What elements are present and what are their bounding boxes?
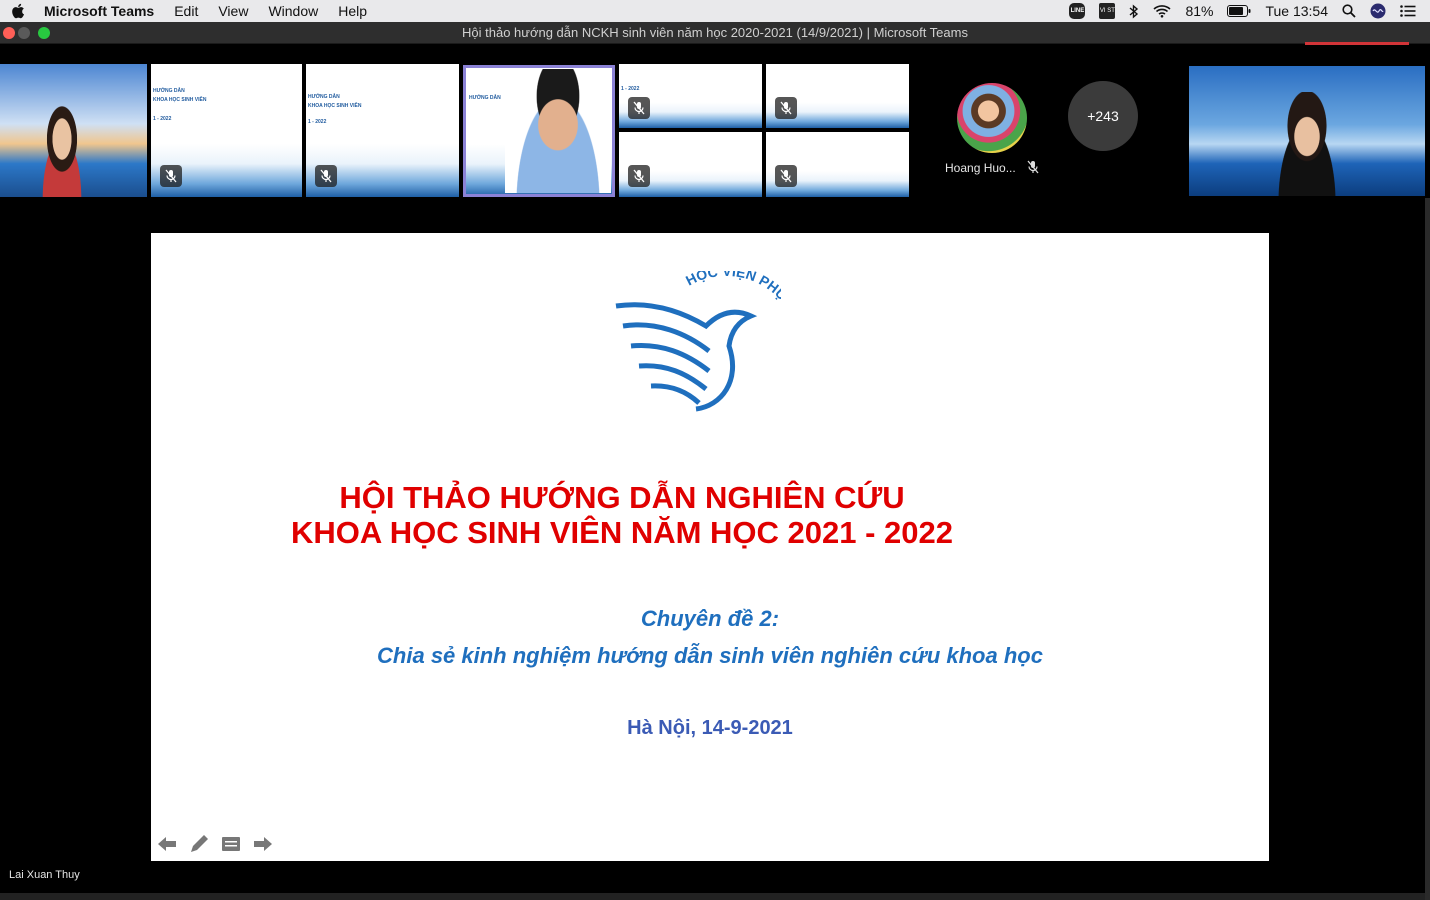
previous-slide-icon[interactable] — [156, 833, 178, 855]
participant-video — [505, 69, 611, 193]
thumb-heading: HƯỚNG DẪN — [308, 94, 340, 100]
bluetooth-icon[interactable] — [1129, 3, 1139, 19]
participant-video — [1267, 92, 1347, 196]
input-method-icon[interactable]: VI ST — [1099, 3, 1116, 19]
next-slide-icon[interactable] — [252, 833, 274, 855]
participant-strip: HƯỚNG DẪN KHOA HỌC SINH VIÊN 1 - 2022 HƯ… — [0, 64, 1430, 198]
thumb-heading: HƯỚNG DẪN — [469, 95, 501, 101]
thumb-year: 1 - 2022 — [153, 116, 172, 122]
thumb-line: KHOA HỌC SINH VIÊN — [308, 103, 362, 109]
participant-video-tile[interactable]: HƯỚNG DẪN KHOA HỌC SINH VIÊN 1 - 2022 — [151, 64, 302, 197]
toolbar-accent — [1305, 42, 1409, 45]
more-participants-button[interactable]: +243 — [1068, 81, 1138, 151]
clock[interactable]: Tue 13:54 — [1265, 3, 1328, 19]
participant-avatar-tile[interactable]: Hoang Huo... +243 — [915, 64, 1185, 198]
participant-video-tile[interactable] — [619, 132, 762, 197]
siri-icon[interactable] — [1370, 3, 1386, 19]
apple-icon[interactable] — [11, 3, 29, 19]
mic-off-icon — [628, 165, 650, 187]
menu-view[interactable]: View — [218, 3, 248, 19]
menu-window[interactable]: Window — [268, 3, 318, 19]
slide-menu-icon[interactable] — [220, 833, 242, 855]
slide-topic-title: Chia sẻ kinh nghiệm hướng dẫn sinh viên … — [377, 643, 1043, 668]
control-center-icon[interactable] — [1400, 5, 1416, 17]
participant-video-tile[interactable] — [766, 132, 909, 197]
battery-icon[interactable] — [1227, 5, 1251, 17]
bottom-border — [0, 893, 1425, 900]
menu-app-name[interactable]: Microsoft Teams — [44, 3, 154, 19]
line-app-icon[interactable]: LINE — [1069, 3, 1086, 19]
participant-video-tile[interactable]: HƯỚNG DẪN KHOA HỌC SINH VIÊN 1 - 2022 — [306, 64, 459, 197]
thumb-year: 1 - 2022 — [621, 86, 640, 92]
mic-off-icon — [315, 165, 337, 187]
slide-topic-label: Chuyên đề 2: — [640, 606, 780, 631]
menu-help[interactable]: Help — [338, 3, 367, 19]
menu-bar: Microsoft Teams Edit View Window Help LI… — [0, 0, 1430, 22]
mic-off-icon — [1027, 160, 1039, 179]
mic-off-icon — [160, 165, 182, 187]
window-title: Hội thảo hướng dẫn NCKH sinh viên năm họ… — [462, 25, 968, 40]
avatar — [957, 83, 1027, 153]
window-title-bar: Hội thảo hướng dẫn NCKH sinh viên năm họ… — [0, 22, 1430, 44]
thumb-heading: HƯỚNG DẪN — [153, 88, 185, 94]
wifi-icon[interactable] — [1153, 4, 1171, 18]
shared-slide: HỌC VIỆN PHỤ NỮ VIỆT NAM HỘI THẢO HƯỚNG … — [151, 233, 1269, 861]
participant-name: Hoang Huo... — [945, 161, 1016, 175]
mic-off-icon — [775, 97, 797, 119]
active-speaker-tile[interactable]: HƯỚNG DẪN — [463, 65, 615, 197]
search-icon[interactable] — [1342, 4, 1356, 18]
presenter-name: Lai Xuan Thuy — [9, 869, 80, 881]
slide-controls — [156, 833, 274, 855]
academy-logo: HỌC VIỆN PHỤ NỮ VIỆT NAM — [615, 271, 781, 412]
participant-video-tile[interactable] — [0, 64, 147, 197]
participant-video-tile[interactable] — [1189, 66, 1425, 196]
menu-edit[interactable]: Edit — [174, 3, 198, 19]
mic-off-icon — [628, 97, 650, 119]
battery-percent: 81% — [1185, 3, 1214, 19]
slide-title-line2: KHOA HỌC SINH VIÊN NĂM HỌC 2021 - 2022 — [290, 515, 954, 550]
slide-title-line1: HỘI THẢO HƯỚNG DẪN NGHIÊN CỨU — [339, 480, 905, 515]
thumb-year: 1 - 2022 — [308, 119, 327, 125]
pen-icon[interactable] — [188, 833, 210, 855]
participant-video-tile[interactable] — [766, 64, 909, 128]
status-area: LINE VI ST 81% Tue 13:54 — [1069, 0, 1430, 22]
participant-video-tile[interactable]: 1 - 2022 — [619, 64, 762, 128]
scrollbar[interactable] — [1425, 198, 1430, 900]
thumb-line: KHOA HỌC SINH VIÊN — [153, 97, 207, 103]
mic-off-icon — [775, 165, 797, 187]
participant-video — [32, 104, 92, 197]
slide-place-date: Hà Nội, 14-9-2021 — [627, 717, 793, 739]
